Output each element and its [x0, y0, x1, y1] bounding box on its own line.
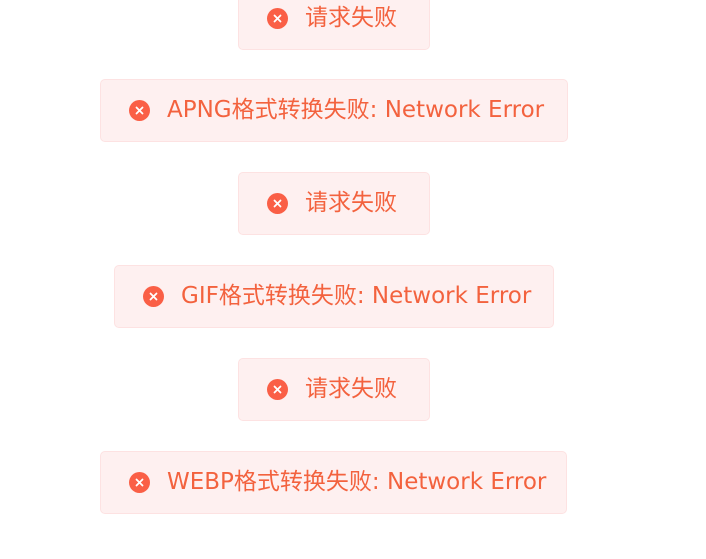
error-circle-icon [129, 100, 150, 121]
error-toast: WEBP格式转换失败: Network Error [100, 451, 567, 514]
error-circle-icon [267, 193, 288, 214]
error-message: 请求失败 [305, 190, 397, 216]
error-toast: 请求失败 [238, 0, 430, 50]
error-message: 请求失败 [305, 5, 397, 31]
error-message: GIF格式转换失败: Network Error [181, 283, 532, 309]
error-circle-icon [267, 8, 288, 29]
error-circle-icon [267, 379, 288, 400]
error-message: 请求失败 [305, 376, 397, 402]
error-circle-icon [129, 472, 150, 493]
error-toast: GIF格式转换失败: Network Error [114, 265, 554, 328]
error-circle-icon [143, 286, 164, 307]
error-toast: 请求失败 [238, 358, 430, 421]
error-message: WEBP格式转换失败: Network Error [167, 469, 547, 495]
error-toast: APNG格式转换失败: Network Error [100, 79, 568, 142]
error-toast: 请求失败 [238, 172, 430, 235]
error-message: APNG格式转换失败: Network Error [167, 97, 545, 123]
